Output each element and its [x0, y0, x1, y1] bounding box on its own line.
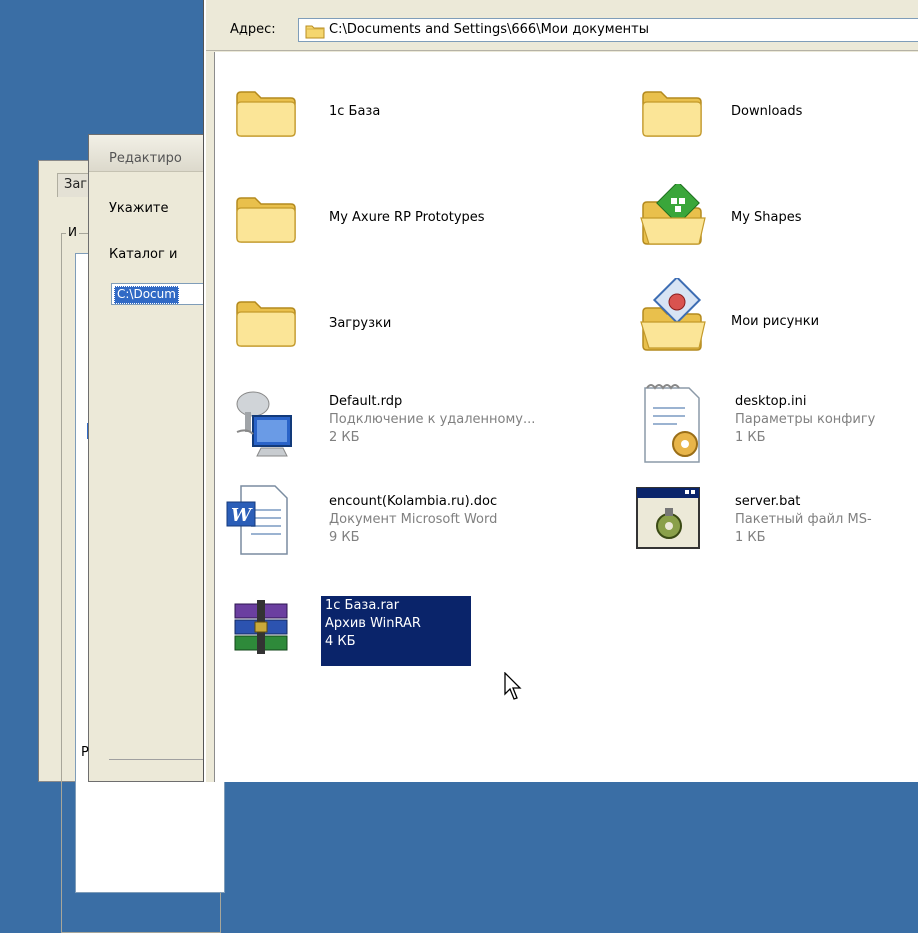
file-item-name: My Axure RP Prototypes	[329, 210, 485, 225]
file-item-name: 1c База.rar	[325, 598, 400, 613]
edit-dialog-path-value: C:\Docum	[114, 286, 179, 304]
address-bar: Адрес: C:\Documents and Settings\666\Мои…	[206, 8, 918, 51]
folder-icon	[236, 301, 296, 347]
file-item-name: desktop.ini	[735, 394, 807, 409]
svg-text:W: W	[231, 505, 253, 526]
back-dialog-group-label: И	[66, 225, 79, 239]
background-dialog-edit: Редактиро Укажите Каталог и C:\Docum Р	[81, 134, 231, 782]
batch-file-icon	[636, 487, 700, 549]
file-item-name: server.bat	[735, 494, 801, 509]
winrar-archive-icon	[234, 600, 288, 654]
file-item-desktop-ini[interactable]: desktop.ini Параметры конфигу 1 КБ	[639, 382, 918, 470]
file-item-type: Документ Microsoft Word	[329, 512, 498, 527]
folder-icon	[236, 91, 296, 137]
file-item-axure[interactable]: My Axure RP Prototypes	[233, 188, 563, 252]
file-item-type: Пакетный файл MS-	[735, 512, 872, 527]
file-item-zagruzki[interactable]: Загрузки	[233, 292, 563, 356]
file-item-1c-baza-rar[interactable]: 1c База.rar Архив WinRAR 4 КБ	[229, 592, 471, 672]
file-item-name: Downloads	[731, 104, 803, 119]
file-item-size: 4 КБ	[325, 634, 356, 649]
edit-dialog-label-catalog: Каталог и	[109, 247, 178, 262]
file-item-my-shapes[interactable]: My Shapes	[639, 184, 918, 254]
address-input[interactable]: C:\Documents and Settings\666\Мои докуме…	[298, 18, 918, 42]
file-item-name: Загрузки	[329, 316, 392, 331]
file-item-downloads[interactable]: Downloads	[639, 82, 918, 142]
file-item-type: Параметры конфигу	[735, 412, 876, 427]
mouse-cursor-icon	[504, 672, 522, 700]
file-item-encount-doc[interactable]: W encount(Kolambia.ru).doc Документ Micr…	[223, 480, 613, 564]
file-item-server-bat[interactable]: server.bat Пакетный файл MS- 1 КБ	[633, 484, 918, 568]
file-item-size: 9 КБ	[329, 530, 360, 545]
folder-icon	[305, 25, 325, 39]
shapes-folder-icon	[640, 184, 706, 245]
file-item-default-rdp[interactable]: Default.rdp Подключение к удаленному... …	[231, 382, 621, 470]
file-item-type: Архив WinRAR	[325, 616, 421, 631]
folder-icon	[236, 197, 296, 243]
explorer-window: Адрес: C:\Documents and Settings\666\Мои…	[204, 0, 918, 782]
remote-desktop-icon	[236, 391, 292, 457]
folder-icon	[642, 91, 702, 137]
address-path: C:\Documents and Settings\666\Мои докуме…	[329, 22, 649, 37]
pictures-folder-icon	[640, 278, 706, 351]
file-item-name: Мои рисунки	[731, 314, 820, 329]
file-item-my-pictures[interactable]: Мои рисунки	[639, 278, 918, 358]
ini-file-icon	[644, 384, 700, 463]
file-list[interactable]: 1c База Downloads My Axure RP Prototypes	[214, 52, 918, 782]
file-item-type: Подключение к удаленному...	[329, 412, 536, 427]
file-item-1c-baza[interactable]: 1c База	[233, 82, 563, 142]
file-item-name: encount(Kolambia.ru).doc	[329, 494, 498, 509]
file-item-name: Default.rdp	[329, 394, 403, 409]
file-item-name: 1c База	[329, 104, 381, 119]
word-document-icon: W	[226, 485, 288, 555]
edit-dialog-title: Редактиро	[109, 151, 182, 166]
edit-dialog-bottom-label: Р	[81, 745, 89, 760]
address-label: Адрес:	[230, 22, 276, 37]
file-item-name: My Shapes	[731, 210, 802, 225]
edit-dialog-label-specify: Укажите	[109, 201, 169, 216]
file-item-size: 1 КБ	[735, 430, 766, 445]
edit-dialog-titlebar[interactable]: Редактиро	[89, 135, 217, 172]
file-item-size: 1 КБ	[735, 530, 766, 545]
file-item-size: 2 КБ	[329, 430, 360, 445]
